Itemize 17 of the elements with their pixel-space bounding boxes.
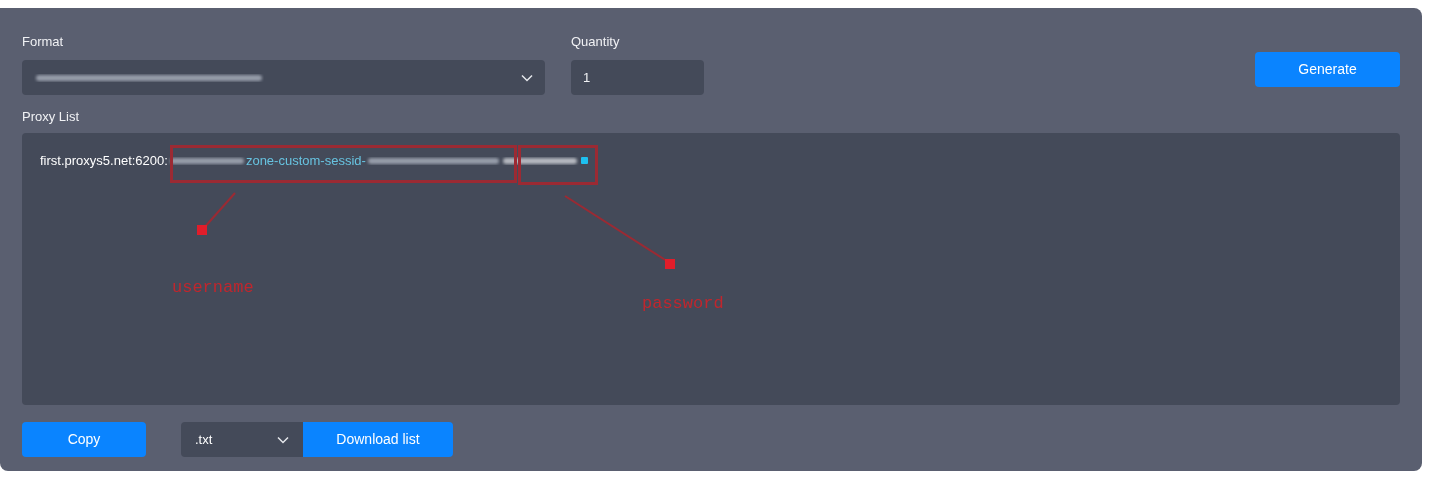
download-list-button[interactable]: Download list bbox=[303, 422, 453, 457]
copy-button[interactable]: Copy bbox=[22, 422, 146, 457]
quantity-label: Quantity bbox=[571, 33, 621, 51]
format-label: Format bbox=[22, 33, 65, 51]
proxy-list-label: Proxy List bbox=[22, 108, 81, 126]
proxy-host-text: first.proxys5.net:6200: bbox=[40, 152, 168, 170]
chevron-down-icon bbox=[277, 435, 289, 444]
annotation-text: username bbox=[172, 277, 254, 299]
extension-select[interactable]: .txt bbox=[181, 422, 303, 457]
proxy-zone-text: zone-custom-sessid- bbox=[245, 152, 366, 170]
quantity-field[interactable]: 1 bbox=[571, 60, 704, 95]
chevron-down-icon bbox=[521, 73, 533, 82]
copy-icon[interactable] bbox=[580, 157, 588, 165]
format-select[interactable] bbox=[22, 60, 545, 95]
arrow bbox=[195, 191, 239, 237]
annotation-text: password bbox=[642, 293, 724, 315]
generate-button[interactable]: Generate bbox=[1255, 52, 1400, 87]
